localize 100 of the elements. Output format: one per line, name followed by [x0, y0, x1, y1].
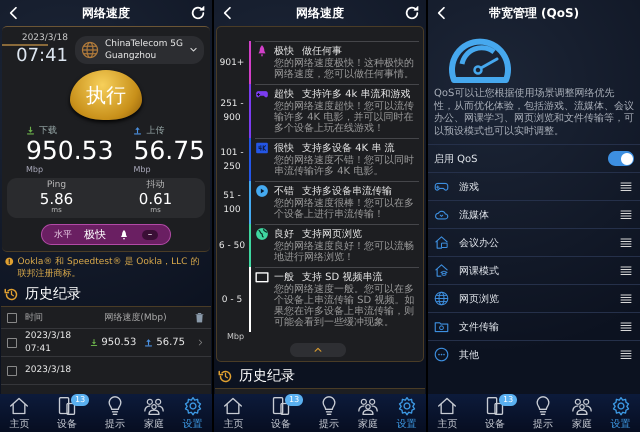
download-cell: 950.53 [101, 337, 136, 348]
settings-icon[interactable] [396, 396, 417, 416]
drag-handle-icon[interactable] [618, 292, 634, 304]
level-description: 您的网络速度不错！您可以同时串流传输许多 4K 电影。 [273, 155, 415, 177]
devices-icon[interactable] [271, 396, 292, 416]
section-title: 历史纪录 [25, 285, 81, 304]
screen-title: 带宽管理 (QoS) [488, 4, 580, 22]
nav-tab[interactable]: 设备 13 [259, 394, 304, 432]
chevron-up-icon [313, 345, 323, 355]
people-icon[interactable] [144, 396, 164, 416]
level-description: 您的网络速度很棒！您可以在多个设备上进行串流传输！ [273, 198, 415, 220]
range-label: 51 - 100 [222, 190, 242, 216]
people-icon[interactable] [358, 396, 378, 416]
nav-tab[interactable]: 提示 [102, 394, 128, 432]
speed-unit: Mbp [26, 165, 44, 174]
count-badge: 13 [285, 394, 304, 406]
home-icon[interactable] [9, 396, 30, 416]
section-title: 历史纪录 [239, 367, 295, 385]
upload-arrow-icon [144, 338, 154, 348]
nav-tab[interactable]: 家庭 [140, 394, 167, 432]
drag-handle-icon[interactable] [618, 264, 634, 276]
screen-title: 网络速度 [296, 4, 344, 22]
nav-tab[interactable]: 设备 13 [473, 394, 518, 432]
checkbox[interactable] [7, 366, 17, 376]
level-label: 良好 [274, 228, 294, 241]
time-cell-text: 2023/3/18 [25, 364, 72, 378]
drag-handle-icon[interactable] [618, 320, 634, 332]
nav-tab[interactable]: 设置 [608, 394, 634, 432]
history-icon [4, 286, 19, 302]
chevron-right-icon[interactable] [196, 338, 205, 348]
checkbox[interactable] [7, 312, 17, 323]
range-label: 901+ [218, 56, 246, 70]
devices-icon[interactable] [485, 396, 506, 416]
folder-icon [434, 319, 449, 334]
level-description: 您的网络速度超快！您可以流传输许多 4K 电影，并可以同时在多个设备上玩在线游戏！ [273, 101, 415, 134]
level-label: 极快 [274, 44, 294, 58]
refresh-icon[interactable] [404, 5, 420, 21]
count-badge: 13 [71, 394, 90, 406]
settings-icon[interactable] [182, 396, 203, 416]
level-label: 很快 [274, 142, 294, 155]
count-badge: 13 [499, 394, 518, 406]
drag-handle-icon[interactable] [618, 180, 634, 192]
home-icon[interactable] [437, 396, 458, 416]
drag-handle-icon[interactable] [618, 208, 634, 220]
nav-tab[interactable]: 设置 [180, 394, 206, 432]
level-label: 水平 [54, 228, 72, 242]
nav-tab[interactable]: 设备 13 [45, 394, 90, 432]
category-item[interactable]: 游戏 [459, 180, 608, 194]
time-cell-text: 2023/3/18 07:41 [25, 330, 72, 356]
people-icon[interactable] [572, 396, 592, 416]
category-item[interactable]: 网课模式 [459, 264, 608, 278]
range-label: 251 - 900 [219, 98, 245, 125]
nav-tab[interactable]: 家庭 [568, 394, 595, 432]
category-item[interactable]: 网页浏览 [459, 292, 608, 306]
nav-tab[interactable]: 提示 [316, 394, 342, 432]
range-label: 6 - 50 [218, 240, 246, 252]
refresh-icon[interactable] [190, 5, 206, 21]
column-header: 时间 [25, 312, 44, 324]
nav-tab[interactable]: 主页 [220, 394, 246, 432]
screen-title: 网络速度 [82, 4, 130, 22]
category-item[interactable]: 流媒体 [459, 208, 608, 222]
speed-unit: Mbp [133, 165, 152, 174]
category-item[interactable]: 会议办公 [459, 236, 608, 250]
range-label: 101 - 250 [219, 146, 245, 174]
network-selector[interactable]: ChinaTelecom 5G Guangzhou [74, 36, 204, 64]
upload-speed: 56.75 [133, 137, 206, 165]
category-item[interactable]: 其他 [459, 348, 608, 362]
setting-label: 启用 QoS [434, 152, 479, 166]
upload-label: 上传 [146, 124, 164, 137]
history-icon [218, 368, 233, 384]
nav-tab[interactable]: 主页 [434, 394, 460, 432]
nav-tab[interactable]: 设置 [394, 394, 420, 432]
trash-icon[interactable] [194, 312, 205, 324]
scale-unit: Mbp [226, 332, 246, 341]
drag-handle-icon[interactable] [618, 348, 634, 360]
trademark-notice: Ookla® 和 Speedtest® 是 Ookla，LLC 的联邦注册商标。 [18, 256, 200, 280]
level-title: 支持多设备 4K 串 流 [302, 142, 394, 154]
download-label: 下载 [39, 124, 57, 137]
home-icon[interactable] [223, 396, 244, 416]
settings-icon[interactable] [610, 396, 631, 416]
nav-tab[interactable]: 主页 [6, 394, 32, 432]
level-title: 支持多设备串流传输 [302, 184, 392, 198]
category-item[interactable]: 文件传输 [459, 320, 608, 334]
drag-handle-icon[interactable] [618, 236, 634, 248]
chevron-down-icon [189, 45, 198, 54]
checkbox[interactable] [7, 338, 17, 348]
house-icon [434, 235, 449, 250]
toggle-switch[interactable] [608, 151, 634, 166]
devices-icon[interactable] [57, 396, 78, 416]
nav-tab[interactable]: 提示 [530, 394, 556, 432]
chat-dots-icon [434, 347, 449, 362]
house-icon [434, 263, 449, 278]
level-title: 支持 SD 视频串流 [302, 270, 382, 284]
ping-value: 5.86 [40, 190, 74, 208]
upload-cell: 56.75 [156, 337, 186, 348]
level-label: 超快 [274, 88, 294, 101]
jitter-value: 0.61 [138, 190, 172, 208]
nav-tab[interactable]: 家庭 [354, 394, 381, 432]
level-description: 您的网络速度极快！这种极快的网络速度，您可以做任何事情。 [273, 58, 415, 80]
test-date: 2023/3/18 [22, 33, 68, 43]
